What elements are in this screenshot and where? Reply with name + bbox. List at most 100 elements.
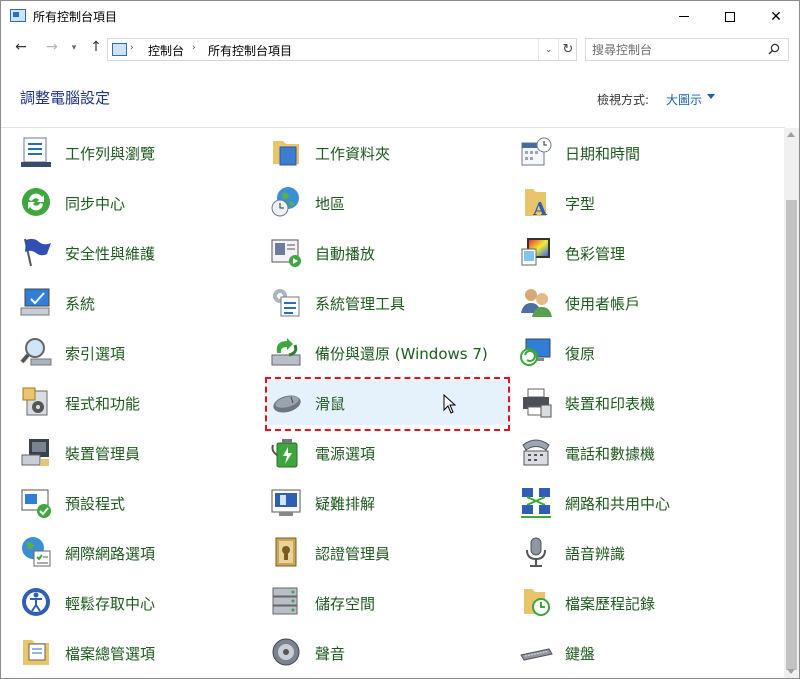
taskbar-icon — [21, 137, 51, 167]
item-label: 語音辨識 — [565, 545, 626, 563]
item-label: 預設程式 — [65, 495, 126, 513]
globe-clock-icon — [271, 187, 299, 217]
scrollbar-thumb[interactable] — [786, 200, 797, 670]
recovery-icon — [520, 338, 551, 366]
item-default-programs[interactable]: 預設程式 — [15, 479, 261, 525]
back-button[interactable]: ← — [12, 39, 30, 55]
network-icon — [521, 488, 551, 518]
item-color-management[interactable]: 色彩管理 — [515, 229, 761, 275]
address-dropdown-button[interactable]: ⌄ — [538, 39, 558, 60]
vertical-scrollbar[interactable] — [784, 128, 799, 678]
item-label: 網路和共用中心 — [565, 495, 671, 513]
phone-modem-icon — [522, 439, 550, 466]
recent-locations-button[interactable]: ▾ — [65, 43, 83, 53]
item-label: 鍵盤 — [565, 645, 596, 663]
forward-button[interactable]: → — [43, 39, 61, 55]
item-sync-center[interactable]: 同步中心 — [15, 179, 261, 225]
search-icon[interactable] — [768, 43, 780, 55]
item-label: 索引選項 — [65, 345, 126, 363]
item-taskbar[interactable]: 工作列與瀏覽 — [15, 129, 261, 175]
close-button[interactable]: ✕ — [753, 1, 799, 32]
caret-down-icon[interactable] — [707, 94, 715, 99]
up-button[interactable]: ↑ — [87, 39, 105, 55]
mouse-cursor-icon — [443, 394, 457, 414]
credential-icon — [275, 537, 297, 567]
item-region[interactable]: 地區 — [265, 179, 511, 225]
navigation-bar: ← → ▾ ↑ › 控制台 › 所有控制台項目 ⌄ ↻ — [1, 32, 799, 66]
item-speech-recognition[interactable]: 語音辨識 — [515, 529, 761, 575]
battery-icon — [271, 439, 298, 468]
arrow-left-icon: ← — [15, 39, 27, 55]
item-label: 電源選項 — [315, 445, 376, 463]
item-label: 裝置管理員 — [65, 445, 141, 463]
item-autoplay[interactable]: 自動播放 — [265, 229, 511, 275]
refresh-icon: ↻ — [562, 42, 574, 57]
item-label: 備份與還原 (Windows 7) — [315, 345, 488, 363]
search-box[interactable] — [585, 38, 789, 61]
breadcrumb-control-panel[interactable]: 控制台 — [148, 42, 184, 59]
item-folder-options[interactable]: 檔案總管選項 — [15, 629, 261, 675]
item-keyboard[interactable]: 鍵盤 — [515, 629, 761, 675]
scroll-down-icon[interactable] — [787, 669, 795, 674]
item-label: 程式和功能 — [65, 395, 141, 413]
item-storage-spaces[interactable]: 儲存空間 — [265, 579, 511, 625]
chevron-down-icon: ▾ — [71, 43, 77, 53]
calendar-clock-icon — [521, 137, 552, 166]
item-recovery[interactable]: 復原 — [515, 329, 761, 375]
search-input[interactable] — [592, 41, 762, 58]
item-indexing-options[interactable]: 索引選項 — [15, 329, 261, 375]
autoplay-icon — [271, 239, 301, 267]
item-label: 同步中心 — [65, 195, 126, 213]
item-label: 復原 — [565, 345, 596, 363]
item-credential-manager[interactable]: 認證管理員 — [265, 529, 511, 575]
maximize-button[interactable] — [707, 1, 753, 32]
item-label: 地區 — [315, 195, 346, 213]
item-label: 工作列與瀏覽 — [65, 145, 156, 163]
speaker-icon — [272, 638, 300, 666]
item-security-maintenance[interactable]: 安全性與維護 — [15, 229, 261, 275]
item-programs-features[interactable]: 程式和功能 — [15, 379, 261, 425]
item-user-accounts[interactable]: 使用者帳戶 — [515, 279, 761, 325]
scroll-up-icon[interactable] — [787, 132, 795, 137]
view-by-dropdown[interactable]: 大圖示 — [666, 91, 702, 108]
item-fonts[interactable]: A 字型 — [515, 179, 761, 225]
address-bar[interactable]: › 控制台 › 所有控制台項目 ⌄ ↻ — [107, 38, 577, 61]
item-admin-tools[interactable]: 系統管理工具 — [265, 279, 511, 325]
item-work-folders[interactable]: 工作資料夾 — [265, 129, 511, 175]
item-date-time[interactable]: 日期和時間 — [515, 129, 761, 175]
item-label: 認證管理員 — [315, 545, 391, 563]
item-power-options[interactable]: 電源選項 — [265, 429, 511, 475]
control-panel-icon — [112, 43, 127, 56]
item-label: 檔案總管選項 — [65, 645, 156, 663]
breadcrumb-all-items[interactable]: 所有控制台項目 — [208, 42, 292, 59]
maximize-icon — [725, 11, 735, 22]
control-panel-window: 所有控制台項目 ✕ ← → ▾ ↑ › 控制台 › 所有控制台項目 ⌄ ↻ 調整… — [0, 0, 800, 679]
item-system[interactable]: 系統 — [15, 279, 261, 325]
minimize-icon — [679, 16, 689, 17]
minimize-button[interactable] — [661, 1, 707, 32]
item-ease-of-access[interactable]: 輕鬆存取中心 — [15, 579, 261, 625]
troubleshoot-icon — [271, 489, 301, 516]
item-file-history[interactable]: 檔案歷程記錄 — [515, 579, 761, 625]
keyboard-icon — [520, 648, 553, 661]
chevron-right-icon[interactable]: › — [192, 43, 196, 53]
refresh-button[interactable]: ↻ — [558, 39, 577, 60]
item-label: 自動播放 — [315, 245, 376, 263]
title-bar[interactable]: 所有控制台項目 ✕ — [1, 1, 799, 32]
item-network-sharing[interactable]: 網路和共用中心 — [515, 479, 761, 525]
programs-icon — [22, 387, 48, 416]
flag-icon — [24, 238, 51, 267]
item-sound[interactable]: 聲音 — [265, 629, 511, 675]
item-troubleshooting[interactable]: 疑難排解 — [265, 479, 511, 525]
chevron-right-icon[interactable]: › — [130, 43, 134, 53]
item-label: 日期和時間 — [565, 145, 641, 163]
item-phone-modem[interactable]: 電話和數據機 — [515, 429, 761, 475]
font-folder-icon: A — [525, 189, 548, 219]
item-backup-restore[interactable]: 備份與還原 (Windows 7) — [265, 329, 511, 375]
item-internet-options[interactable]: 網際網路選項 — [15, 529, 261, 575]
work-folders-icon — [273, 141, 299, 166]
item-devices-printers[interactable]: 裝置和印表機 — [515, 379, 761, 425]
item-device-manager[interactable]: 裝置管理員 — [15, 429, 261, 475]
divider — [1, 127, 785, 128]
storage-icon — [272, 587, 298, 615]
